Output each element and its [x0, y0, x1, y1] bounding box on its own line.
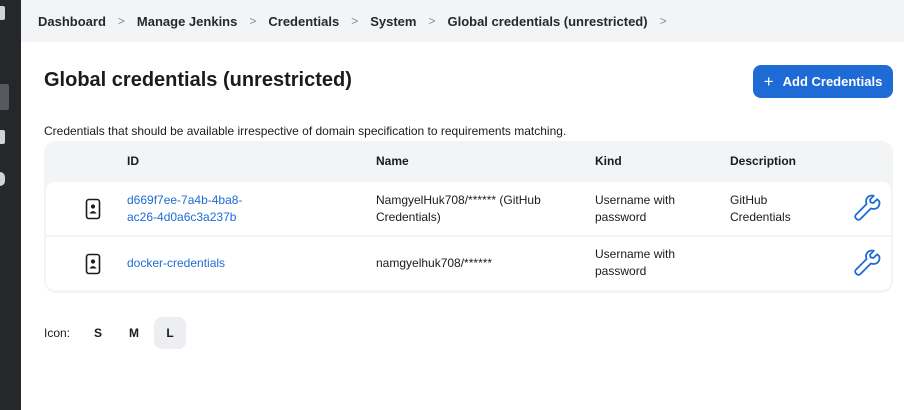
credential-kind-line: password	[595, 210, 647, 224]
add-credentials-button[interactable]: + Add Credentials	[753, 65, 893, 98]
column-header-name[interactable]: Name	[376, 154, 409, 168]
sidebar-active-marker	[0, 84, 9, 110]
table-header: ID Name Kind Description	[44, 141, 893, 181]
column-header-description[interactable]: Description	[730, 154, 796, 168]
breadcrumb-dashboard[interactable]: Dashboard	[38, 14, 106, 29]
breadcrumb-manage-jenkins[interactable]: Manage Jenkins	[137, 14, 237, 29]
credential-description-line: Credentials	[730, 210, 791, 224]
breadcrumb: Dashboard > Manage Jenkins > Credentials…	[21, 0, 904, 42]
table-row: docker-credentials namgyelhuk708/****** …	[46, 237, 891, 290]
left-sidebar-strip	[0, 0, 21, 410]
icon-size-large[interactable]: L	[154, 317, 187, 349]
breadcrumb-separator: >	[249, 14, 257, 28]
credential-kind: Username with password	[595, 246, 675, 280]
wrench-icon[interactable]	[853, 249, 881, 277]
credential-kind-line: Username with	[595, 247, 676, 261]
icon-size-selector: Icon: S M L	[44, 317, 190, 349]
breadcrumb-separator: >	[351, 14, 359, 28]
icon-size-medium[interactable]: M	[118, 317, 150, 349]
breadcrumb-separator: >	[117, 14, 125, 28]
breadcrumb-credentials[interactable]: Credentials	[268, 14, 339, 29]
credential-name: NamgyelHuk708/****** (GitHub Credentials…	[376, 192, 541, 226]
breadcrumb-global-credentials[interactable]: Global credentials (unrestricted)	[447, 14, 647, 29]
credential-description: GitHub Credentials	[730, 192, 791, 226]
sidebar-marker	[0, 6, 5, 20]
credential-id-link[interactable]: docker-credentials	[127, 255, 225, 272]
wrench-icon[interactable]	[853, 194, 881, 222]
table-row: d669f7ee-7a4b-4ba8- ac26-4d0a6c3a237b Na…	[46, 182, 891, 235]
plus-icon: +	[763, 72, 774, 91]
credential-description-line: GitHub	[730, 193, 768, 207]
credential-name-line: namgyelhuk708/******	[376, 256, 493, 270]
add-credentials-label: Add Credentials	[782, 74, 883, 89]
page-title: Global credentials (unrestricted)	[44, 69, 352, 91]
icon-size-small[interactable]: S	[82, 317, 114, 349]
page-description: Credentials that should be available irr…	[44, 124, 567, 138]
credential-id-link[interactable]: d669f7ee-7a4b-4ba8- ac26-4d0a6c3a237b	[127, 192, 242, 226]
credential-kind-line: password	[595, 264, 647, 278]
column-header-id[interactable]: ID	[127, 154, 139, 168]
column-header-kind[interactable]: Kind	[595, 154, 622, 168]
sidebar-marker	[0, 172, 5, 186]
credential-id-line[interactable]: docker-credentials	[127, 256, 225, 270]
credential-name-line: Credentials)	[376, 210, 441, 224]
credential-type-icon	[85, 198, 101, 220]
credential-id-line[interactable]: d669f7ee-7a4b-4ba8-	[127, 193, 242, 207]
credential-name: namgyelhuk708/******	[376, 255, 492, 272]
breadcrumb-system[interactable]: System	[370, 14, 416, 29]
credential-kind: Username with password	[595, 192, 675, 226]
sidebar-marker	[0, 130, 5, 144]
credential-id-line[interactable]: ac26-4d0a6c3a237b	[127, 210, 236, 224]
breadcrumb-separator: >	[428, 14, 436, 28]
credential-kind-line: Username with	[595, 193, 676, 207]
icon-size-label: Icon:	[44, 326, 71, 340]
credential-type-icon	[85, 253, 101, 275]
credential-name-line: NamgyelHuk708/****** (GitHub	[376, 193, 541, 207]
credentials-table: ID Name Kind Description d669f7ee-7a4b-4…	[44, 141, 893, 293]
breadcrumb-separator[interactable]: >	[660, 14, 667, 28]
